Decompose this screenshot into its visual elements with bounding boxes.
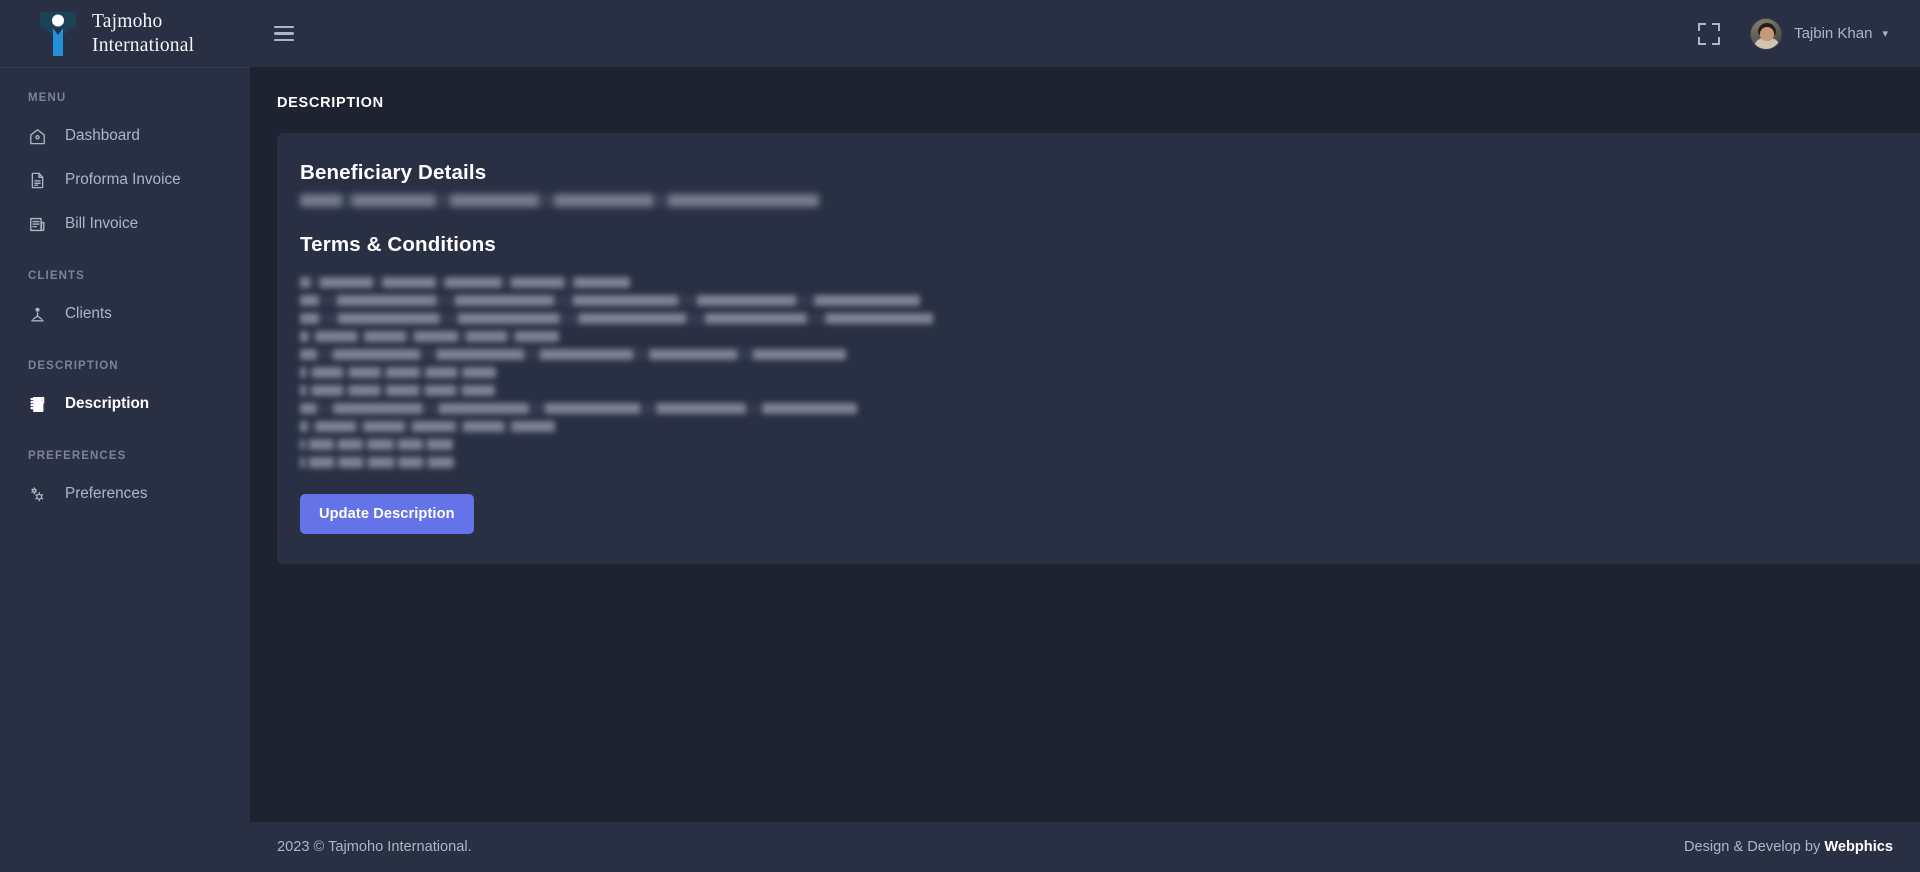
terms-redacted-line: [300, 327, 1920, 345]
sidebar-item-bill-invoice[interactable]: Bill Invoice: [0, 202, 250, 246]
description-card: Beneficiary Details Terms & Conditions U…: [277, 133, 1920, 564]
terms-redacted-line: [300, 291, 1920, 309]
sidebar-item-dashboard[interactable]: Dashboard: [0, 114, 250, 158]
sidebar-group-label-description: DESCRIPTION: [28, 360, 119, 372]
update-description-button[interactable]: Update Description: [300, 494, 474, 534]
sidebar-item-label: Bill Invoice: [65, 215, 139, 232]
sidebar-group-label-clients: CLIENTS: [28, 270, 85, 282]
terms-redacted-bar: [300, 420, 555, 432]
page-footer: 2023 © Tajmoho International. Design & D…: [250, 822, 1920, 872]
terms-conditions-heading: Terms & Conditions: [300, 233, 496, 256]
avatar-face: [1760, 26, 1775, 41]
sidebar-item-label: Clients: [65, 305, 112, 322]
sidebar-item-clients[interactable]: Clients: [0, 292, 250, 336]
terms-redacted-line: [300, 381, 1920, 399]
footer-copyright: 2023 © Tajmoho International.: [277, 839, 472, 855]
terms-redacted-line: [300, 453, 1920, 471]
sidebar-item-label: Preferences: [65, 485, 148, 502]
terms-redacted-line: [300, 399, 1920, 417]
brand-name: Tajmoho International: [92, 10, 194, 58]
document-text-icon: [28, 171, 47, 190]
terms-conditions-redacted-body: [300, 273, 1920, 471]
notebook-icon: [28, 395, 47, 414]
sidebar-item-label: Description: [65, 395, 150, 412]
footer-credit-brand[interactable]: Webphics: [1824, 839, 1893, 855]
sidebar-item-proforma-invoice[interactable]: Proforma Invoice: [0, 158, 250, 202]
brand-logo-block[interactable]: Tajmoho International: [0, 0, 250, 67]
terms-redacted-bar: [300, 330, 559, 342]
terms-redacted-bar: [300, 348, 846, 360]
terms-redacted-line: [300, 435, 1920, 453]
terms-redacted-bar: [300, 366, 496, 378]
terms-redacted-line: [300, 273, 1920, 291]
hamburger-bar: [274, 38, 294, 42]
tajmoho-logo-icon: [38, 10, 78, 58]
terms-redacted-bar: [300, 456, 454, 468]
terms-redacted-line: [300, 345, 1920, 363]
home-icon: [28, 127, 47, 146]
sidebar-group-label-preferences: PREFERENCES: [28, 450, 127, 462]
hamburger-icon[interactable]: [274, 21, 300, 47]
footer-credit-prefix: Design & Develop by: [1683, 839, 1825, 855]
terms-redacted-bar: [300, 384, 495, 396]
beneficiary-details-redacted-text: [300, 194, 819, 207]
chevron-down-icon[interactable]: ▾: [1882, 27, 1888, 40]
content-area: DESCRIPTION Beneficiary Details Terms & …: [250, 67, 1920, 822]
user-menu[interactable]: Tajbin Khan ▾: [1750, 17, 1888, 50]
gears-icon: [28, 485, 47, 504]
beneficiary-details-heading: Beneficiary Details: [300, 161, 487, 184]
invoice-icon: [28, 215, 47, 234]
terms-redacted-line: [300, 417, 1920, 435]
terms-redacted-bar: [300, 294, 920, 306]
terms-redacted-bar: [300, 276, 630, 288]
terms-redacted-bar: [300, 402, 857, 414]
user-name-label: Tajbin Khan: [1794, 25, 1873, 42]
page-title: DESCRIPTION: [277, 95, 384, 111]
sidebar-item-label: Dashboard: [65, 127, 140, 144]
sidebar-group-label-menu: MENU: [28, 92, 67, 104]
brand-line-2: International: [92, 34, 195, 56]
hamburger-bar: [274, 25, 294, 29]
top-header-bar: Tajbin Khan ▾: [250, 0, 1920, 67]
footer-credit: Design & Develop by Webphics: [1684, 839, 1893, 855]
fullscreen-corner: [1698, 36, 1707, 45]
main-column: Tajbin Khan ▾ DESCRIPTION Beneficiary De…: [250, 0, 1920, 872]
fullscreen-corner: [1698, 22, 1707, 31]
terms-redacted-line: [300, 309, 1920, 327]
sidebar-item-label: Proforma Invoice: [65, 171, 181, 188]
fullscreen-corner: [1712, 22, 1721, 31]
users-icon: [28, 305, 47, 324]
terms-redacted-bar: [300, 438, 453, 450]
hamburger-bar: [274, 32, 294, 35]
sidebar-item-description[interactable]: Description: [0, 382, 250, 426]
terms-redacted-line: [300, 363, 1920, 381]
sidebar: Tajmoho International MENU Dashboard Pro…: [0, 0, 250, 872]
brand-line-1: Tajmoho: [92, 10, 163, 32]
fullscreen-icon[interactable]: [1698, 22, 1721, 45]
terms-redacted-bar: [300, 312, 933, 324]
avatar: [1750, 17, 1783, 50]
sidebar-item-preferences[interactable]: Preferences: [0, 472, 250, 516]
fullscreen-corner: [1712, 36, 1721, 45]
